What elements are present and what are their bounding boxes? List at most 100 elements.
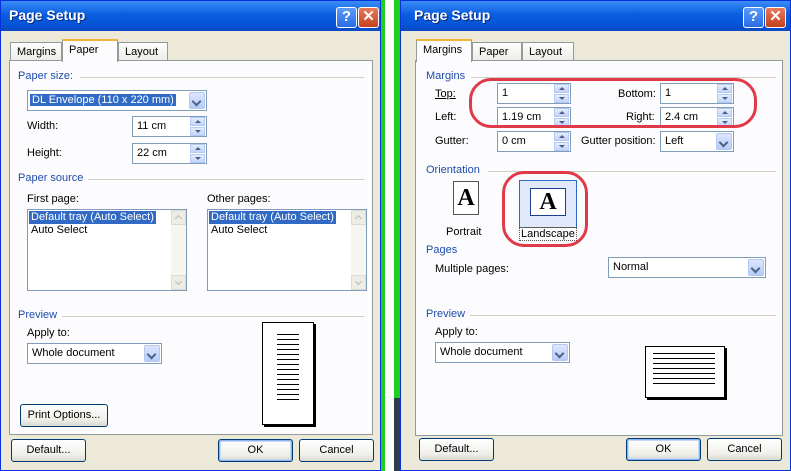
list-item[interactable]: Default tray (Auto Select) bbox=[29, 211, 156, 224]
height-field[interactable]: 22 cm bbox=[132, 143, 207, 164]
multiple-pages-select[interactable]: Normal bbox=[608, 257, 766, 278]
default-button[interactable]: Default... bbox=[419, 438, 494, 461]
preview-line bbox=[653, 378, 715, 379]
margins-group-label: Margins bbox=[426, 70, 466, 82]
spin-down-icon[interactable] bbox=[554, 142, 569, 151]
tab-margins[interactable]: Margins bbox=[10, 42, 62, 61]
list-item[interactable]: Auto Select bbox=[29, 224, 89, 237]
group-divider bbox=[62, 316, 364, 317]
print-options-button[interactable]: Print Options... bbox=[20, 404, 108, 427]
paper-size-value: DL Envelope (110 x 220 mm) bbox=[30, 94, 176, 106]
right-margin-field[interactable]: 2.4 cm bbox=[660, 107, 734, 128]
tab-paper[interactable]: Paper bbox=[62, 39, 118, 62]
spin-up-icon[interactable] bbox=[717, 84, 732, 93]
portrait-page-icon: A bbox=[453, 181, 479, 215]
chevron-down-icon[interactable] bbox=[552, 344, 568, 361]
chevron-down-icon[interactable] bbox=[716, 133, 732, 150]
chevron-down-icon[interactable] bbox=[189, 92, 205, 109]
left-spinner[interactable] bbox=[554, 108, 570, 127]
scrollbar[interactable] bbox=[171, 210, 186, 290]
paper-source-group-label: Paper source bbox=[18, 172, 84, 184]
preview-line bbox=[277, 334, 299, 335]
preview-line bbox=[653, 363, 715, 364]
group-divider bbox=[80, 77, 364, 78]
preview-line bbox=[277, 364, 299, 365]
spin-up-icon[interactable] bbox=[554, 84, 569, 93]
title-bar[interactable]: Page Setup ? ✕ bbox=[401, 1, 790, 31]
spin-down-icon[interactable] bbox=[190, 127, 205, 136]
preview-line bbox=[653, 383, 715, 384]
gutter-field[interactable]: 0 cm bbox=[497, 131, 571, 152]
preview-line bbox=[277, 379, 299, 380]
height-spinner[interactable] bbox=[190, 144, 206, 163]
apply-to-value: Whole document bbox=[440, 346, 523, 358]
apply-to-label: Apply to: bbox=[27, 327, 70, 339]
preview-group-label: Preview bbox=[18, 309, 58, 321]
landscape-page-preview bbox=[645, 346, 725, 398]
scroll-up-icon[interactable] bbox=[351, 210, 366, 225]
help-button[interactable]: ? bbox=[336, 7, 357, 28]
scroll-up-icon[interactable] bbox=[171, 210, 186, 225]
preview-line bbox=[653, 353, 715, 354]
right-margin-value: 2.4 cm bbox=[665, 111, 699, 123]
landscape-option[interactable]: A bbox=[519, 180, 577, 228]
apply-to-select[interactable]: Whole document bbox=[435, 342, 570, 363]
paper-size-select[interactable]: DL Envelope (110 x 220 mm) bbox=[27, 90, 207, 111]
preview-group-label: Preview bbox=[426, 308, 466, 320]
spin-up-icon[interactable] bbox=[190, 144, 205, 153]
spin-up-icon[interactable] bbox=[554, 108, 569, 117]
chevron-down-icon[interactable] bbox=[144, 345, 160, 362]
spin-down-icon[interactable] bbox=[190, 154, 205, 163]
list-item[interactable]: Default tray (Auto Select) bbox=[209, 211, 336, 224]
title-bar[interactable]: Page Setup ? ✕ bbox=[1, 1, 380, 31]
right-spinner[interactable] bbox=[717, 108, 733, 127]
width-field[interactable]: 11 cm bbox=[132, 116, 207, 137]
default-button[interactable]: Default... bbox=[11, 439, 86, 462]
spin-up-icon[interactable] bbox=[554, 132, 569, 141]
scroll-down-icon[interactable] bbox=[171, 275, 186, 290]
top-margin-field[interactable]: 1 bbox=[497, 83, 571, 104]
other-pages-list[interactable]: Default tray (Auto Select) Auto Select bbox=[207, 209, 367, 291]
ok-button[interactable]: OK bbox=[626, 438, 701, 461]
spin-up-icon[interactable] bbox=[717, 108, 732, 117]
left-label: Left: bbox=[435, 111, 457, 123]
first-page-list[interactable]: Default tray (Auto Select) Auto Select bbox=[27, 209, 187, 291]
spin-up-icon[interactable] bbox=[190, 117, 205, 126]
spin-down-icon[interactable] bbox=[554, 94, 569, 103]
width-spinner[interactable] bbox=[190, 117, 206, 136]
top-spinner[interactable] bbox=[554, 84, 570, 103]
group-divider bbox=[88, 179, 364, 180]
cancel-button[interactable]: Cancel bbox=[299, 439, 374, 462]
spin-down-icon[interactable] bbox=[717, 118, 732, 127]
dialog-title: Page Setup bbox=[9, 7, 86, 23]
list-item[interactable]: Auto Select bbox=[209, 224, 269, 237]
tab-layout[interactable]: Layout bbox=[522, 42, 574, 61]
bottom-spinner[interactable] bbox=[717, 84, 733, 103]
gutter-position-select[interactable]: Left bbox=[660, 131, 734, 152]
preview-line bbox=[277, 374, 299, 375]
spin-down-icon[interactable] bbox=[717, 94, 732, 103]
portrait-label[interactable]: Portrait bbox=[446, 226, 481, 238]
portrait-option[interactable]: A bbox=[435, 179, 493, 227]
spin-down-icon[interactable] bbox=[554, 118, 569, 127]
cancel-button[interactable]: Cancel bbox=[707, 438, 782, 461]
help-button[interactable]: ? bbox=[743, 7, 764, 28]
top-label: Top: bbox=[435, 88, 456, 100]
ok-button[interactable]: OK bbox=[218, 439, 293, 462]
tab-margins[interactable]: Margins bbox=[416, 39, 472, 62]
tab-layout[interactable]: Layout bbox=[118, 42, 168, 61]
gutter-position-label: Gutter position: bbox=[581, 135, 656, 147]
bottom-margin-field[interactable]: 1 bbox=[660, 83, 734, 104]
page-setup-dialog-margins: Page Setup ? ✕ Margins Paper Layout Marg… bbox=[400, 0, 791, 471]
chevron-down-icon[interactable] bbox=[748, 259, 764, 276]
tab-paper[interactable]: Paper bbox=[472, 42, 522, 61]
left-margin-field[interactable]: 1.19 cm bbox=[497, 107, 571, 128]
close-button[interactable]: ✕ bbox=[358, 7, 379, 28]
scrollbar[interactable] bbox=[351, 210, 366, 290]
apply-to-select[interactable]: Whole document bbox=[27, 343, 162, 364]
width-label: Width: bbox=[27, 120, 59, 132]
landscape-label[interactable]: Landscape bbox=[519, 227, 577, 241]
close-button[interactable]: ✕ bbox=[765, 7, 786, 28]
scroll-down-icon[interactable] bbox=[351, 275, 366, 290]
gutter-spinner[interactable] bbox=[554, 132, 570, 151]
